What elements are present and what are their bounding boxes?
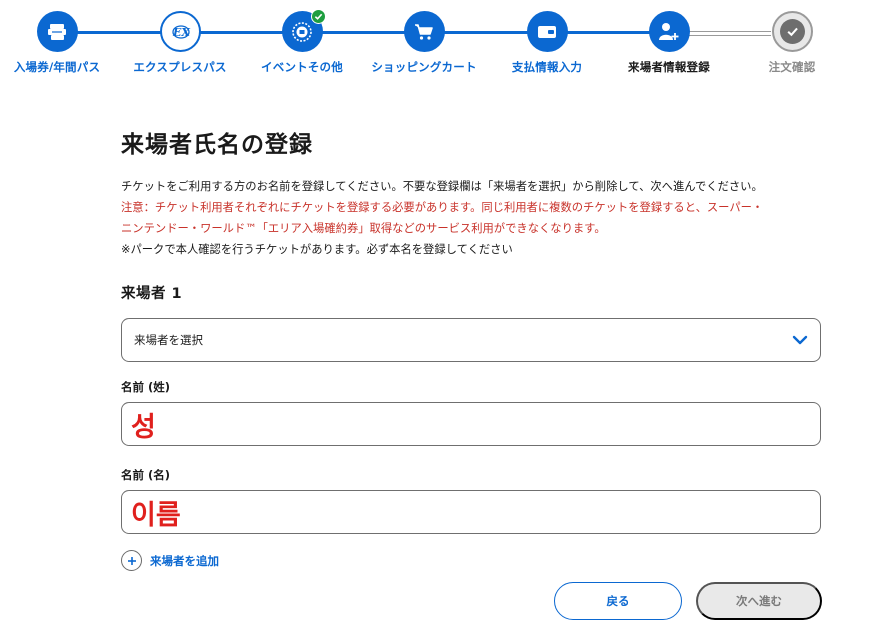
step-circle [648, 11, 690, 52]
step-label: 注文確認 [768, 60, 816, 74]
wallet-icon [538, 25, 556, 38]
svg-text:EX: EX [172, 26, 190, 39]
visitor-registration-form: 来場者氏名の登録 チケットをご利用する方のお名前を登録してください。不要な登録欄… [121, 125, 821, 571]
real-name-note: ※パークで本人確認を行うチケットがあります。必ず本名を登録してください [121, 243, 513, 256]
step-payment[interactable]: 支払情報入力 [487, 11, 607, 75]
event-badge-icon [292, 21, 312, 42]
instructions: チケットをご利用する方のお名前を登録してください。不要な登録欄は「来場者を選択」… [121, 176, 821, 260]
warning-text-line2: ニンテンドー・ワールド™「エリア入場確約券」取得などのサービス利用ができなくなり… [121, 222, 606, 235]
checkmark-icon [314, 13, 322, 20]
step-circle [526, 11, 568, 52]
step-label: エクスプレスパス [133, 60, 227, 74]
step-label: 来場者情報登録 [628, 60, 710, 74]
back-button[interactable]: 戻る [554, 582, 682, 620]
add-person-icon [659, 22, 679, 40]
step-shopping-cart[interactable]: ショッピングカート [364, 11, 484, 75]
plus-icon [127, 556, 136, 565]
check-circle-icon [786, 27, 798, 37]
warning-text-line1: 注意：チケット利用者それぞれにチケットを登録する必要があります。同じ利用者に複数… [121, 201, 764, 214]
step-circle: EX [159, 11, 201, 52]
last-name-value: 성 [131, 411, 156, 443]
express-pass-icon: EX [172, 24, 190, 39]
last-name-label: 名前 (姓) [121, 380, 171, 394]
step-label: 支払情報入力 [511, 60, 583, 74]
description-text: チケットをご利用する方のお名前を登録してください。不要な登録欄は「来場者を選択」… [121, 180, 763, 193]
step-label: 入場券/年間パス [13, 60, 101, 74]
step-circle [281, 9, 326, 52]
add-circle [121, 550, 142, 571]
chevron-down-icon [792, 335, 808, 345]
form-actions: 戻る 次へ進む [554, 582, 822, 620]
step-events[interactable]: イベントその他 [242, 9, 362, 75]
step-express-pass[interactable]: EX エクスプレスパス [120, 11, 240, 75]
progress-stepper: 入場券/年間パス EX エクスプレスパス イベントその他 ショッピングカート 支… [0, 0, 895, 80]
step-label: イベントその他 [261, 60, 343, 74]
step-circle [403, 11, 445, 52]
add-visitor-label: 来場者を追加 [150, 553, 219, 568]
step-circle [36, 11, 78, 52]
step-circle [771, 11, 813, 52]
add-visitor-button[interactable]: 来場者を追加 [121, 550, 821, 571]
visitor-heading: 来場者 1 [121, 286, 183, 302]
visitor-select[interactable]: 来場者を選択 [121, 318, 821, 362]
last-name-input[interactable]: 성 [121, 402, 821, 446]
first-name-label: 名前 (名) [121, 468, 171, 482]
first-name-input[interactable]: 이름 [121, 490, 821, 534]
shopping-cart-icon [415, 23, 433, 40]
ticket-icon [48, 23, 66, 40]
completed-check-badge [310, 9, 326, 24]
step-visitor-info: 来場者情報登録 [609, 11, 729, 75]
next-button[interactable]: 次へ進む [696, 582, 822, 620]
visitor-select-value: 来場者を選択 [134, 333, 203, 347]
step-label: ショッピングカート [371, 60, 477, 74]
step-order-confirm: 注文確認 [732, 11, 852, 75]
step-tickets[interactable]: 入場券/年間パス [0, 11, 117, 75]
first-name-value: 이름 [131, 499, 181, 531]
page-title: 来場者氏名の登録 [121, 132, 313, 158]
